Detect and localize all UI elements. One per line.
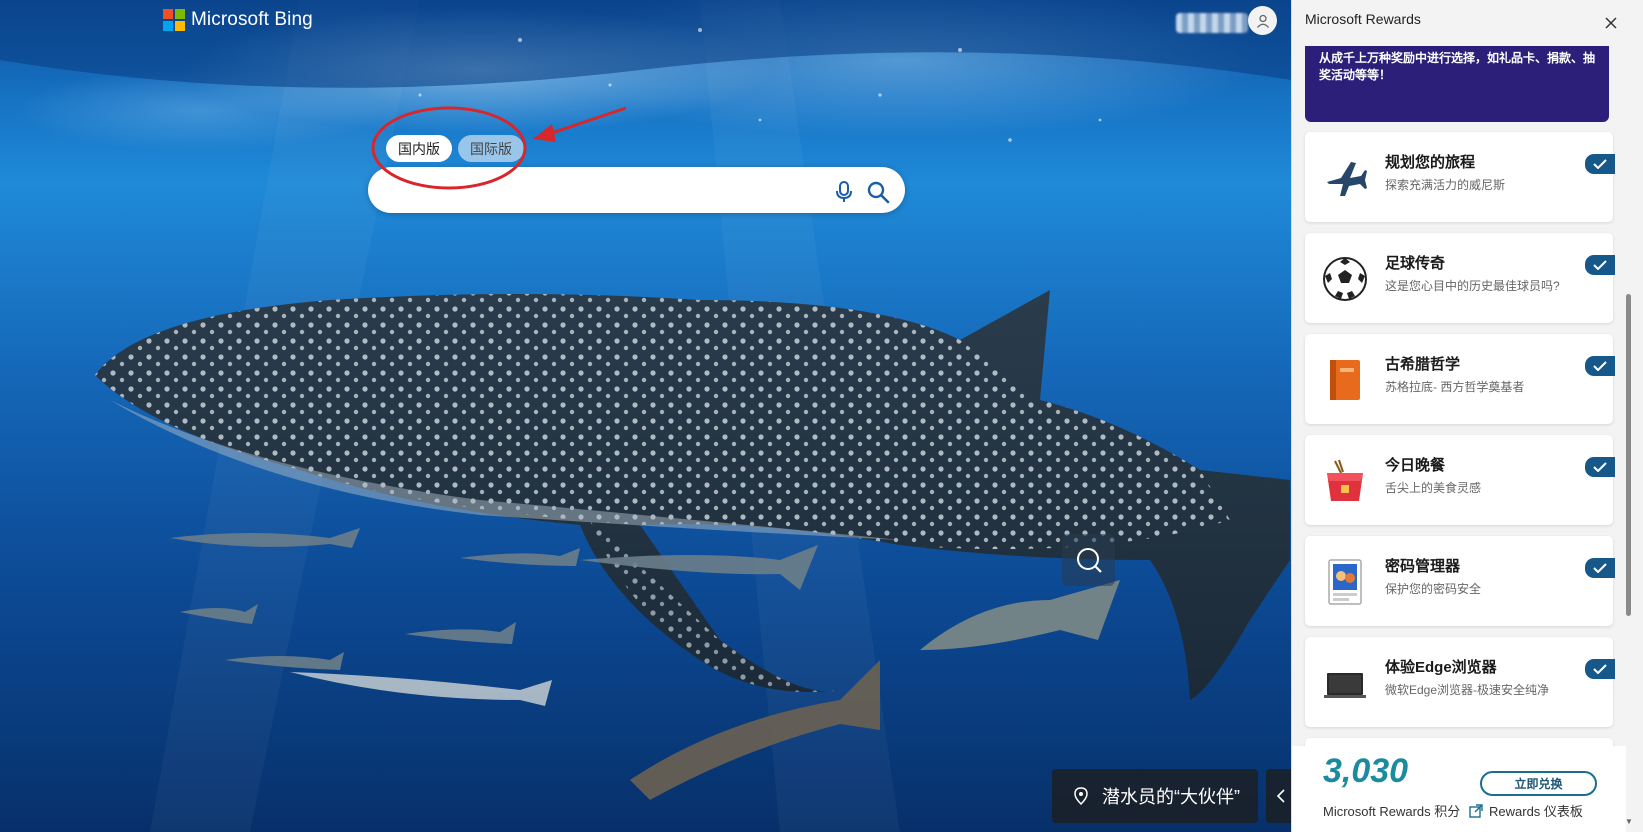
microsoft-logo-icon (163, 9, 185, 31)
rewards-promo-banner[interactable]: 从成千上万种奖励中进行选择，如礼品卡、捐款、抽奖活动等等！ (1305, 46, 1609, 122)
rewards-panel: Microsoft Rewards 从成千上万种奖励中进行选择，如礼品卡、捐款、… (1291, 0, 1643, 832)
search-input[interactable] (390, 179, 810, 201)
username-blurred[interactable] (1176, 13, 1248, 33)
card-desc: 舌尖上的美食灵感 (1385, 481, 1482, 495)
laptop-icon (1321, 659, 1369, 707)
redeem-now-button[interactable]: 立即兑换 (1480, 771, 1597, 796)
card-title: 规划您的旅程 (1385, 154, 1476, 171)
airplane-icon (1321, 154, 1369, 202)
card-title: 足球传奇 (1385, 255, 1446, 272)
checkmark-icon (1585, 356, 1615, 376)
rewards-card-edge[interactable]: 体验Edge浏览器 微软Edge浏览器-极速安全纯净 (1305, 637, 1615, 727)
microphone-icon[interactable] (833, 180, 855, 204)
card-title: 密码管理器 (1385, 558, 1461, 575)
rewards-card-trip[interactable]: 规划您的旅程 探索充满活力的威尼斯 (1305, 132, 1615, 222)
soccer-ball-icon (1321, 255, 1369, 303)
card-desc: 探索充满活力的威尼斯 (1385, 178, 1506, 192)
card-title: 古希腊哲学 (1385, 356, 1461, 373)
whale-shark-illustration (0, 0, 1291, 832)
dashboard-label: Rewards 仪表板 (1489, 804, 1583, 819)
points-label: Microsoft Rewards 积分 (1323, 804, 1461, 819)
rewards-card-partial[interactable] (1305, 738, 1613, 746)
card-desc: 苏格拉底- 西方哲学奠基者 (1385, 380, 1525, 394)
points-balance: 3,030 (1323, 752, 1409, 790)
visual-search-button[interactable] (1062, 534, 1115, 586)
bing-logo[interactable]: Microsoft Bing (163, 9, 313, 31)
rewards-dashboard-link[interactable]: Rewards 仪表板 (1469, 801, 1583, 820)
close-icon[interactable] (1604, 16, 1618, 30)
id-card-icon (1321, 558, 1369, 606)
card-title: 今日晚餐 (1385, 457, 1446, 474)
rewards-title: Microsoft Rewards (1305, 11, 1421, 27)
search-box (368, 167, 905, 213)
checkmark-icon (1585, 558, 1615, 578)
caption-text: 潜水员的“大伙伴” (1102, 787, 1240, 807)
rewards-card-list[interactable]: 从成千上万种奖励中进行选择，如礼品卡、捐款、抽奖活动等等！ 规划您的旅程 探索充… (1292, 46, 1622, 746)
rewards-card-football[interactable]: 足球传奇 这是您心目中的历史最佳球员吗? (1305, 233, 1615, 323)
checkmark-icon (1585, 255, 1615, 275)
domestic-version-tab[interactable]: 国内版 (386, 135, 452, 162)
rewards-card-philosophy[interactable]: 古希腊哲学 苏格拉底- 西方哲学奠基者 (1305, 334, 1615, 424)
brand-name: Microsoft Bing (191, 9, 313, 30)
location-pin-icon (1074, 787, 1088, 805)
checkmark-icon (1585, 457, 1615, 477)
international-version-tab[interactable]: 国际版 (458, 135, 524, 162)
book-icon (1321, 356, 1369, 404)
visual-search-icon (1076, 548, 1102, 573)
card-desc: 这是您心目中的历史最佳球员吗? (1385, 279, 1560, 293)
scroll-down-arrow-icon[interactable]: ▼ (1625, 817, 1633, 826)
scrollbar-thumb[interactable] (1626, 294, 1631, 616)
rewards-footer: 3,030 Microsoft Rewards 积分 立即兑换 Rewards … (1292, 746, 1626, 832)
image-caption[interactable]: 潜水员的“大伙伴” (1052, 769, 1258, 823)
chevron-left-icon (1276, 789, 1285, 803)
rewards-card-dinner[interactable]: 今日晚餐 舌尖上的美食灵感 (1305, 435, 1615, 525)
card-desc: 保护您的密码安全 (1385, 582, 1482, 596)
checkmark-icon (1585, 154, 1615, 174)
external-link-icon (1469, 803, 1483, 818)
search-icon[interactable] (866, 180, 890, 204)
rewards-card-password[interactable]: 密码管理器 保护您的密码安全 (1305, 536, 1615, 626)
background-photo (0, 0, 1291, 832)
card-desc: 微软Edge浏览器-极速安全纯净 (1385, 683, 1550, 697)
version-toggle: 国内版 国际版 (386, 135, 524, 162)
takeout-box-icon (1321, 457, 1369, 505)
card-title: 体验Edge浏览器 (1385, 659, 1497, 676)
checkmark-icon (1585, 659, 1615, 679)
user-avatar-icon[interactable] (1248, 6, 1277, 35)
